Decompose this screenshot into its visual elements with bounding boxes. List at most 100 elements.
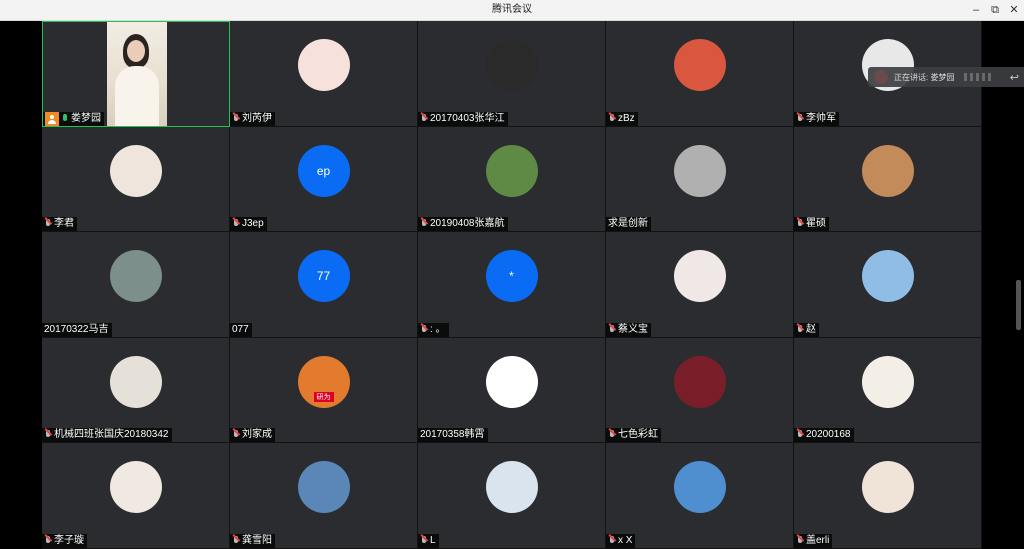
window-title: 腾讯会议 — [492, 4, 532, 15]
participant-tile[interactable]: 七色彩虹 — [606, 337, 794, 444]
participant-name: 20190408张嘉航 — [430, 218, 505, 230]
participant-avatar — [485, 39, 538, 91]
speaking-text: 正在讲话: 娄梦园 — [894, 72, 955, 82]
participant-tile[interactable]: ep J3ep — [230, 126, 418, 233]
participant-tile[interactable]: 李子璇 — [42, 443, 230, 549]
mic-muted-icon — [232, 219, 240, 229]
participant-avatar — [861, 461, 914, 514]
participant-name: 蔡义宝 — [618, 323, 648, 335]
participant-name: 20170358韩霄 — [420, 429, 485, 441]
name-label: 李帅军 — [794, 111, 839, 126]
participant-avatar — [673, 39, 726, 91]
mic-muted-icon — [44, 430, 52, 440]
participant-tile[interactable]: 20190408张嘉航 — [418, 126, 606, 233]
mic-muted-icon — [420, 219, 428, 229]
participant-tile[interactable]: 刘芮伊 — [230, 21, 418, 127]
participant-tile[interactable]: 77 077 — [230, 232, 418, 338]
mic-muted-icon — [420, 113, 428, 124]
mic-muted-icon — [796, 430, 804, 440]
name-label: 20200168 — [794, 428, 854, 443]
minimize-button[interactable]: – — [966, 0, 986, 20]
name-label: J3ep — [230, 217, 267, 232]
participant-name: 20170403张华江 — [430, 112, 505, 124]
participant-name: 077 — [232, 323, 249, 335]
participant-name: J3ep — [242, 218, 264, 230]
participant-tile[interactable]: 盖erli — [794, 443, 982, 549]
participant-avatar — [109, 250, 162, 303]
participant-avatar: 77 — [297, 250, 350, 303]
name-label: 077 — [230, 322, 252, 337]
participant-name: 盖erli — [806, 534, 830, 546]
participant-tile[interactable]: 瞿硕 — [794, 126, 982, 233]
name-label: 瞿硕 — [794, 217, 829, 232]
mic-muted-icon — [44, 535, 52, 546]
participant-tile[interactable]: 20200168 — [794, 337, 982, 444]
participant-tile[interactable]: x X — [606, 443, 794, 549]
restore-button[interactable]: ⧉ — [985, 0, 1005, 20]
participant-tile[interactable]: 蔡义宝 — [606, 232, 794, 338]
participant-tile[interactable]: 20170403张华江 — [418, 21, 606, 127]
participant-avatar — [673, 250, 726, 303]
speaker-avatar — [874, 70, 888, 84]
mic-muted-icon — [608, 535, 616, 546]
participant-avatar — [673, 144, 726, 197]
participant-name: 赵 — [806, 323, 816, 335]
participant-tile[interactable]: 李君 — [42, 126, 230, 233]
mic-muted-icon — [608, 430, 616, 440]
participant-avatar — [109, 144, 162, 197]
speaking-indicator[interactable]: 正在讲话: 娄梦园 ↩ — [868, 67, 1024, 87]
participant-tile[interactable]: 求是创新 — [606, 126, 794, 233]
avatar-caption: 研为 — [313, 391, 334, 402]
participant-avatar — [673, 355, 726, 408]
name-label: : 。 — [418, 322, 449, 337]
participant-avatar — [297, 39, 350, 91]
title-bar: 腾讯会议 – ⧉ ✕ — [0, 0, 1024, 21]
close-button[interactable]: ✕ — [1004, 0, 1024, 20]
participant-tile[interactable]: 娄梦园 — [42, 21, 230, 127]
mic-muted-icon — [796, 113, 804, 124]
mic-muted-icon — [232, 535, 240, 546]
participant-tile[interactable]: 研为刘家成 — [230, 337, 418, 444]
participant-tile[interactable]: 龚雪阳 — [230, 443, 418, 549]
participant-avatar — [485, 461, 538, 514]
participant-tile[interactable]: 机械四班张国庆20180342 — [42, 337, 230, 444]
participant-tile[interactable]: 赵 — [794, 232, 982, 338]
participant-avatar: * — [485, 250, 538, 303]
name-label: zBz — [606, 111, 638, 126]
mic-muted-icon — [420, 535, 428, 546]
collapse-icon[interactable]: ↩ — [1010, 71, 1019, 84]
participant-tile[interactable]: 20170322马吉 — [42, 232, 230, 338]
participant-name: 刘芮伊 — [242, 112, 272, 124]
participant-name: x X — [618, 534, 633, 546]
participant-avatar — [861, 250, 914, 303]
participant-avatar — [109, 461, 162, 514]
scrollbar[interactable] — [1016, 280, 1021, 330]
name-label: 娄梦园 — [43, 111, 104, 126]
name-label: 20190408张嘉航 — [418, 217, 508, 232]
participant-name: 刘家成 — [242, 429, 272, 441]
name-label: 机械四班张国庆20180342 — [42, 428, 172, 443]
avatar-text: * — [509, 269, 514, 284]
name-label: 刘家成 — [230, 428, 275, 443]
name-label: 20170403张华江 — [418, 111, 508, 126]
avatar-text: ep — [316, 163, 331, 178]
participant-tile[interactable]: L — [418, 443, 606, 549]
name-label: 龚雪阳 — [230, 533, 275, 548]
participant-name: 龚雪阳 — [242, 534, 272, 546]
mic-muted-icon — [232, 113, 240, 124]
name-label: 20170358韩霄 — [418, 428, 488, 443]
participant-name: 七色彩虹 — [618, 429, 658, 441]
mic-muted-icon — [608, 324, 616, 335]
participant-tile[interactable]: 20170358韩霄 — [418, 337, 606, 444]
participant-name: 李君 — [54, 218, 74, 230]
participant-avatar: ep — [297, 144, 350, 197]
participant-avatar — [485, 144, 538, 197]
participant-name: L — [430, 534, 436, 546]
participant-tile[interactable]: * : 。 — [418, 232, 606, 338]
participant-tile[interactable]: zBz — [606, 21, 794, 127]
video-feed — [107, 22, 167, 126]
participant-name: 李帅军 — [806, 112, 836, 124]
participant-avatar — [297, 461, 350, 514]
participant-avatar — [673, 461, 726, 514]
mic-muted-icon — [796, 535, 804, 546]
